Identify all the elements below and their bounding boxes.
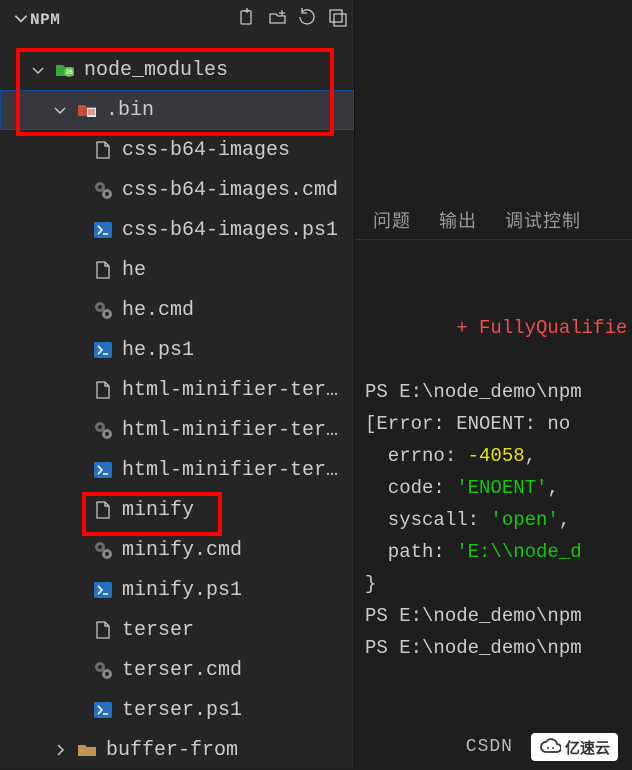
file-label: he.ps1 [122, 339, 194, 362]
file-type-icon [92, 219, 114, 241]
folder-label: buffer-from [106, 739, 238, 762]
folder-icon [76, 99, 98, 121]
file-type-icon [92, 659, 114, 681]
file-item[interactable]: terser.ps1 [0, 690, 354, 730]
file-label: terser.ps1 [122, 699, 242, 722]
file-item[interactable]: terser [0, 610, 354, 650]
chevron-right-icon [52, 742, 68, 758]
file-label: terser.cmd [122, 659, 242, 682]
csdn-watermark: CSDN [466, 737, 513, 757]
terminal-output[interactable]: + FullyQualifie PS E:\node_demo\npm [Err… [355, 280, 632, 696]
file-item[interactable]: minify.cmd [0, 530, 354, 570]
file-item[interactable]: he.cmd [0, 290, 354, 330]
file-item[interactable]: css-b64-images.ps1 [0, 210, 354, 250]
section-title: NPM [30, 11, 238, 29]
file-type-icon [92, 179, 114, 201]
file-type-icon [92, 379, 114, 401]
file-type-icon [92, 339, 114, 361]
tab-debug-console[interactable]: 调试控制 [505, 207, 581, 233]
folder-bin[interactable]: .bin [0, 90, 354, 130]
file-item[interactable]: he [0, 250, 354, 290]
file-item[interactable]: minify.ps1 [0, 570, 354, 610]
file-label: html-minifier-terser... [122, 419, 350, 442]
folder-buffer-from[interactable]: buffer-from [0, 730, 354, 770]
file-item[interactable]: html-minifier-terser... [0, 450, 354, 490]
folder-icon [76, 739, 98, 761]
file-item[interactable]: terser.cmd [0, 650, 354, 690]
file-item[interactable]: html-minifier-terser... [0, 410, 354, 450]
folder-label: .bin [106, 99, 154, 122]
file-type-icon [92, 699, 114, 721]
panel-tabs: 问题 输出 调试控制 [355, 200, 632, 240]
file-item[interactable]: minify [0, 490, 354, 530]
file-label: minify [122, 499, 194, 522]
folder-node-modules[interactable]: node_modules [0, 50, 354, 90]
file-type-icon [92, 259, 114, 281]
cloud-icon [539, 736, 561, 758]
watermark-footer: CSDN 亿速云 [452, 726, 632, 768]
tab-output[interactable]: 输出 [439, 207, 477, 233]
file-label: terser [122, 619, 194, 642]
collapse-all-icon[interactable] [328, 8, 348, 33]
explorer-section-header[interactable]: NPM [0, 0, 354, 40]
file-label: minify.cmd [122, 539, 242, 562]
file-type-icon [92, 539, 114, 561]
refresh-icon[interactable] [298, 8, 318, 33]
chevron-down-icon [52, 102, 68, 118]
file-label: html-minifier-terser... [122, 459, 350, 482]
file-label: css-b64-images [122, 139, 290, 162]
file-type-icon [92, 419, 114, 441]
folder-icon [54, 59, 76, 81]
tab-problems[interactable]: 问题 [373, 207, 411, 233]
chevron-down-icon [30, 62, 46, 78]
file-item[interactable]: css-b64-images.cmd [0, 170, 354, 210]
file-type-icon [92, 459, 114, 481]
file-tree: node_modules .bin css-b64-images css-b64-… [0, 40, 354, 770]
new-file-icon[interactable] [238, 8, 258, 33]
file-label: css-b64-images.cmd [122, 179, 338, 202]
file-label: he.cmd [122, 299, 194, 322]
new-folder-icon[interactable] [268, 8, 288, 33]
file-type-icon [92, 299, 114, 321]
yisu-watermark: 亿速云 [531, 733, 618, 761]
file-type-icon [92, 499, 114, 521]
file-type-icon [92, 619, 114, 641]
file-label: minify.ps1 [122, 579, 242, 602]
file-type-icon [92, 139, 114, 161]
file-label: css-b64-images.ps1 [122, 219, 338, 242]
file-label: he [122, 259, 146, 282]
file-type-icon [92, 579, 114, 601]
file-item[interactable]: css-b64-images [0, 130, 354, 170]
file-item[interactable]: he.ps1 [0, 330, 354, 370]
chevron-down-icon [12, 9, 30, 32]
file-label: html-minifier-terser [122, 379, 350, 402]
folder-label: node_modules [84, 59, 228, 82]
file-item[interactable]: html-minifier-terser [0, 370, 354, 410]
